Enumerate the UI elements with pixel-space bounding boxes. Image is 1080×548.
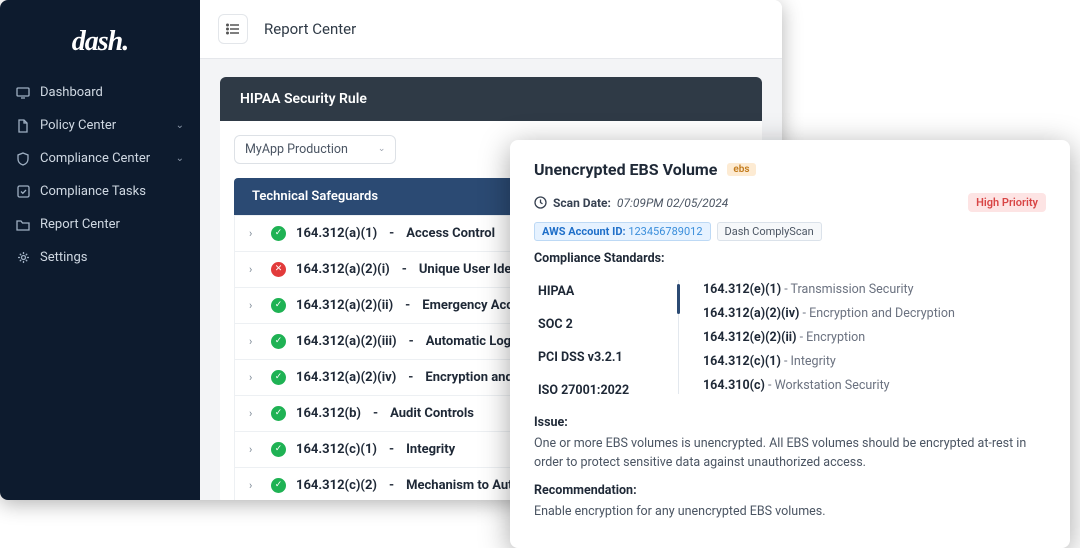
chevron-down-icon: ⌄ <box>176 153 184 164</box>
sidebar-item-label: Dashboard <box>40 85 103 100</box>
status-ok-icon: ✓ <box>271 406 286 421</box>
issue-text: One or more EBS volumes is unencrypted. … <box>534 435 1046 473</box>
sidebar-nav: Dashboard Policy Center ⌄ Compliance Cen… <box>0 76 200 274</box>
sidebar-item-label: Policy Center <box>40 118 116 133</box>
sidebar: dash Dashboard Policy Center ⌄ Complianc… <box>0 0 200 500</box>
scope-selector[interactable]: MyApp Production ⌄ <box>234 135 396 164</box>
sidebar-item-policy-center[interactable]: Policy Center ⌄ <box>0 109 200 142</box>
standard-finding: 164.312(c)(1) - Integrity <box>703 354 1046 369</box>
shield-icon <box>16 152 30 166</box>
collapse-sidebar-button[interactable] <box>218 14 248 44</box>
scan-date-value: 07:09PM 02/05/2024 <box>617 196 728 210</box>
standard-finding: 164.312(e)(2)(ii) - Encryption <box>703 330 1046 345</box>
sidebar-item-label: Settings <box>40 250 87 265</box>
finding-title: Unencrypted EBS Volume <box>534 160 717 179</box>
issue-label: Issue: <box>534 414 1046 433</box>
file-icon <box>16 119 30 133</box>
aws-account-chip[interactable]: AWS Account ID: 123456789012 <box>534 222 711 241</box>
standards-area: HIPAA SOC 2 PCI DSS v3.2.1 ISO 27001:2022 1… <box>534 276 1046 398</box>
sidebar-item-label: Compliance Center <box>40 151 150 166</box>
chevron-right-icon: › <box>249 299 261 312</box>
standard-finding: 164.312(a)(2)(iv) - Encryption and Decry… <box>703 306 1046 321</box>
status-ok-icon: ✓ <box>271 334 286 349</box>
status-ok-icon: ✓ <box>271 442 286 457</box>
chevron-right-icon: › <box>249 443 261 456</box>
finding-detail-panel: Unencrypted EBS Volume ebs Scan Date: 07… <box>510 140 1070 548</box>
scanner-chip[interactable]: Dash ComplyScan <box>717 222 822 241</box>
safeguard-label: Integrity <box>406 442 455 457</box>
standard-tabs: HIPAA SOC 2 PCI DSS v3.2.1 ISO 27001:2022 <box>534 276 654 398</box>
resource-type-tag: ebs <box>727 163 755 176</box>
monitor-icon <box>16 87 30 99</box>
standard-tab-indicator <box>678 280 679 394</box>
compliance-standards-label: Compliance Standards: <box>534 251 1046 266</box>
safeguard-code: 164.312(a)(2)(iv) <box>296 370 396 385</box>
gear-icon <box>16 251 30 264</box>
status-ok-icon: ✓ <box>271 298 286 313</box>
chevron-right-icon: › <box>249 263 261 276</box>
sidebar-item-compliance-center[interactable]: Compliance Center ⌄ <box>0 142 200 175</box>
recommendation-text: Enable encryption for any unencrypted EB… <box>534 503 1046 522</box>
safeguard-label: Audit Controls <box>390 406 474 421</box>
chevron-down-icon: ⌄ <box>378 144 386 154</box>
standard-tab[interactable]: HIPAA <box>534 284 654 299</box>
sidebar-item-label: Compliance Tasks <box>40 184 146 199</box>
sidebar-item-compliance-tasks[interactable]: Compliance Tasks <box>0 175 200 208</box>
chevron-right-icon: › <box>249 479 261 492</box>
standard-tab[interactable]: SOC 2 <box>534 317 654 332</box>
chevron-right-icon: › <box>249 407 261 420</box>
chevron-right-icon: › <box>249 335 261 348</box>
safeguard-code: 164.312(a)(1) <box>296 226 377 241</box>
scan-date-label: Scan Date: <box>553 196 611 210</box>
sidebar-item-dashboard[interactable]: Dashboard <box>0 76 200 109</box>
sidebar-item-settings[interactable]: Settings <box>0 241 200 274</box>
safeguard-label: Access Control <box>406 226 495 241</box>
standard-finding: 164.312(e)(1) - Transmission Security <box>703 282 1046 297</box>
safeguard-code: 164.312(a)(2)(iii) <box>296 334 397 349</box>
brand-logo: dash <box>0 18 200 76</box>
scope-selector-value: MyApp Production <box>245 142 348 157</box>
priority-badge: High Priority <box>968 193 1046 212</box>
topbar: Report Center <box>200 0 782 59</box>
safeguard-code: 164.312(c)(2) <box>296 478 377 493</box>
page-breadcrumb: Report Center <box>264 20 356 38</box>
status-ok-icon: ✓ <box>271 370 286 385</box>
standard-tab[interactable]: ISO 27001:2022 <box>534 383 654 398</box>
chevron-right-icon: › <box>249 371 261 384</box>
list-icon <box>226 23 240 35</box>
sidebar-item-label: Report Center <box>40 217 120 232</box>
chevron-down-icon: ⌄ <box>176 120 184 131</box>
safeguard-code: 164.312(b) <box>296 406 361 421</box>
clock-icon <box>534 196 547 209</box>
standard-finding: 164.310(c) - Workstation Security <box>703 378 1046 393</box>
safeguard-code: 164.312(a)(2)(i) <box>296 262 390 277</box>
standard-tab[interactable]: PCI DSS v3.2.1 <box>534 350 654 365</box>
safeguard-code: 164.312(c)(1) <box>296 442 377 457</box>
recommendation-label: Recommendation: <box>534 482 1046 501</box>
check-square-icon <box>16 185 30 198</box>
status-fail-icon: ✕ <box>271 262 286 277</box>
chevron-right-icon: › <box>249 227 261 240</box>
status-ok-icon: ✓ <box>271 226 286 241</box>
standard-findings-list: 164.312(e)(1) - Transmission Security 164… <box>703 276 1046 398</box>
status-ok-icon: ✓ <box>271 478 286 493</box>
safeguard-code: 164.312(a)(2)(ii) <box>296 298 393 313</box>
sidebar-item-report-center[interactable]: Report Center <box>0 208 200 241</box>
report-header: HIPAA Security Rule <box>220 77 762 121</box>
folder-icon <box>16 219 30 231</box>
